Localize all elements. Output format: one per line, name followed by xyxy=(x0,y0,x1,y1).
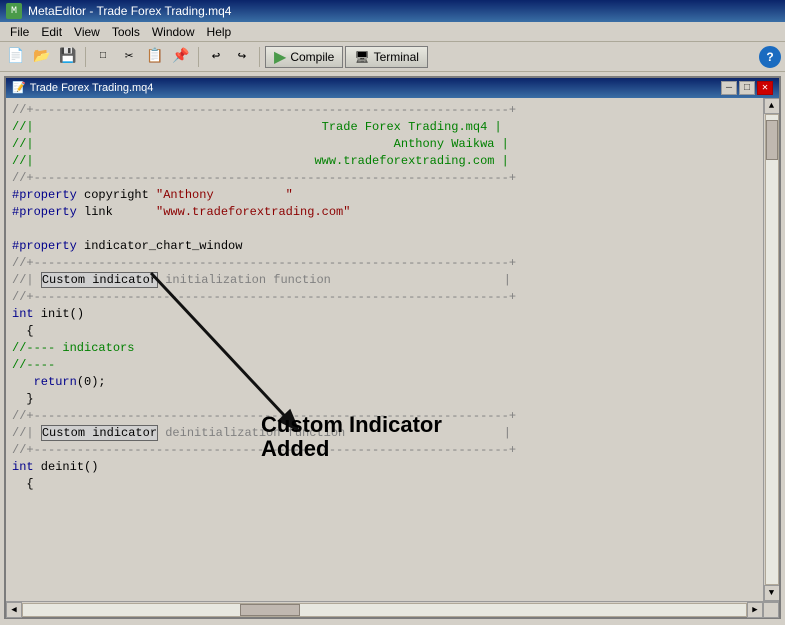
scroll-track-h[interactable] xyxy=(22,603,747,617)
terminal-button[interactable]: 🖥 Terminal xyxy=(345,46,428,68)
scroll-up-button[interactable]: ▲ xyxy=(764,98,780,114)
code-line-13: { xyxy=(12,323,757,340)
code-line-6: #property link "www.tradeforextrading.co… xyxy=(12,204,757,221)
code-line-0: //+-------------------------------------… xyxy=(12,102,757,119)
code-line-2: //| Anthony Waikwa | xyxy=(12,136,757,153)
menu-window[interactable]: Window xyxy=(146,24,201,40)
toolbar-sep1 xyxy=(85,47,86,67)
custom-indicator-box-1: Custom indicator xyxy=(41,272,158,288)
scrollbar-vertical[interactable]: ▲ ▼ xyxy=(763,98,779,601)
doc-controls: — □ ✕ xyxy=(721,81,773,95)
app-title: MetaEditor - Trade Forex Trading.mq4 xyxy=(28,4,779,18)
code-line-12: int init() xyxy=(12,306,757,323)
menu-help[interactable]: Help xyxy=(201,24,238,40)
menu-edit[interactable]: Edit xyxy=(35,24,68,40)
toolbar-cut[interactable]: ✂ xyxy=(117,46,141,68)
doc-title: Trade Forex Trading.mq4 xyxy=(30,82,717,94)
terminal-label: Terminal xyxy=(374,50,419,64)
toolbar-paste[interactable]: 📌 xyxy=(169,46,193,68)
terminal-icon: 🖥 xyxy=(354,50,369,64)
doc-minimize[interactable]: — xyxy=(721,81,737,95)
scroll-right-button[interactable]: ▶ xyxy=(747,602,763,618)
code-line-14: //---- indicators xyxy=(12,340,757,357)
doc-title-bar: 📝 Trade Forex Trading.mq4 — □ ✕ xyxy=(6,78,779,98)
code-line-3: //| www.tradeforextrading.com | xyxy=(12,153,757,170)
toolbar-new2[interactable]: □ xyxy=(91,46,115,68)
scroll-left-button[interactable]: ◀ xyxy=(6,602,22,618)
toolbar-open[interactable]: 📂 xyxy=(30,46,54,68)
menu-tools[interactable]: Tools xyxy=(106,24,146,40)
code-line-5: #property copyright "Anthony " xyxy=(12,187,757,204)
app-title-bar: M MetaEditor - Trade Forex Trading.mq4 xyxy=(0,0,785,22)
scroll-corner xyxy=(763,602,779,618)
scroll-thumb-v[interactable] xyxy=(766,120,778,160)
scroll-track-v[interactable] xyxy=(765,114,779,585)
custom-indicator-box-2: Custom indicator xyxy=(41,425,158,441)
toolbar-save[interactable]: 💾 xyxy=(56,46,80,68)
code-line-20: //+-------------------------------------… xyxy=(12,442,757,459)
code-line-19: //| Custom indicator deinitialization fu… xyxy=(12,425,757,442)
code-line-4: //+-------------------------------------… xyxy=(12,170,757,187)
scrollbar-horizontal[interactable]: ◀ ▶ xyxy=(6,601,779,617)
doc-close[interactable]: ✕ xyxy=(757,81,773,95)
code-line-15: //---- xyxy=(12,357,757,374)
code-line-21: int deinit() xyxy=(12,459,757,476)
document-window: 📝 Trade Forex Trading.mq4 — □ ✕ //+-----… xyxy=(4,76,781,619)
toolbar-copy[interactable]: 📋 xyxy=(143,46,167,68)
menu-view[interactable]: View xyxy=(68,24,106,40)
doc-maximize[interactable]: □ xyxy=(739,81,755,95)
code-editor[interactable]: //+-------------------------------------… xyxy=(6,98,763,601)
compile-icon: ▶ xyxy=(274,47,286,67)
code-line-17: } xyxy=(12,391,757,408)
app-icon: M xyxy=(6,3,22,19)
toolbar-undo[interactable]: ↩ xyxy=(204,46,228,68)
compile-button[interactable]: ▶ Compile xyxy=(265,46,343,68)
code-line-blank xyxy=(12,221,757,238)
code-line-10: //| Custom indicator initialization func… xyxy=(12,272,757,289)
code-line-8: #property indicator_chart_window xyxy=(12,238,757,255)
code-line-16: return(0); xyxy=(12,374,757,391)
toolbar-redo[interactable]: ↪ xyxy=(230,46,254,68)
code-line-22: { xyxy=(12,476,757,493)
toolbar-sep2 xyxy=(198,47,199,67)
code-line-11: //+-------------------------------------… xyxy=(12,289,757,306)
scroll-thumb-h[interactable] xyxy=(240,604,300,616)
toolbar: 📄 📂 💾 □ ✂ 📋 📌 ↩ ↪ ▶ Compile 🖥 Terminal ? xyxy=(0,42,785,72)
menu-file[interactable]: File xyxy=(4,24,35,40)
code-line-18: //+-------------------------------------… xyxy=(12,408,757,425)
menu-bar: File Edit View Tools Window Help xyxy=(0,22,785,42)
toolbar-new[interactable]: 📄 xyxy=(4,46,28,68)
help-button[interactable]: ? xyxy=(759,46,781,68)
toolbar-sep3 xyxy=(259,47,260,67)
code-line-1: //| Trade Forex Trading.mq4 | xyxy=(12,119,757,136)
doc-icon: 📝 xyxy=(12,81,26,95)
scroll-down-button[interactable]: ▼ xyxy=(764,585,780,601)
code-line-9: //+-------------------------------------… xyxy=(12,255,757,272)
code-area-container: //+-------------------------------------… xyxy=(6,98,779,601)
compile-label: Compile xyxy=(290,50,334,64)
